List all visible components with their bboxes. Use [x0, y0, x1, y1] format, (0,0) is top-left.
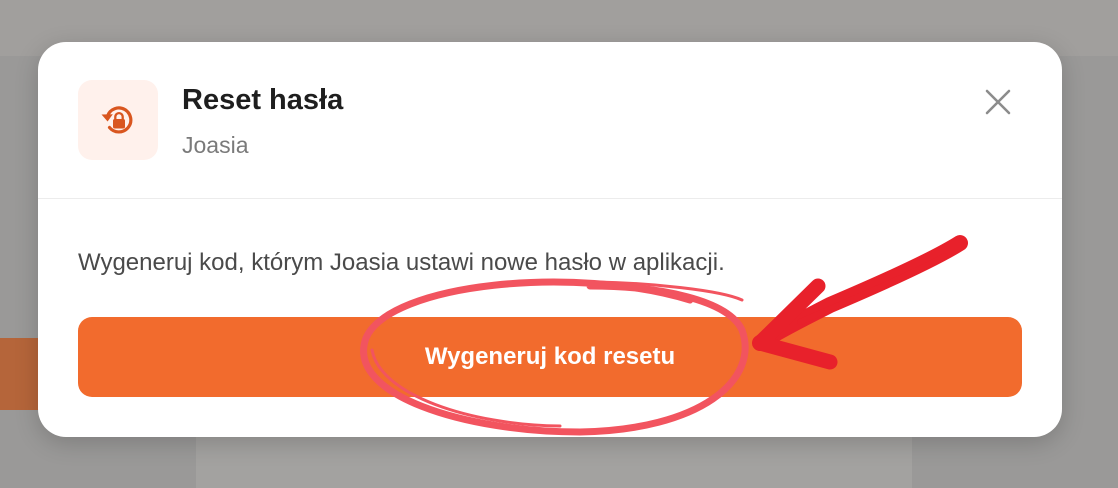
reset-password-dialog: Reset hasła Joasia Wygeneruj kod, którym…	[38, 42, 1062, 437]
generate-reset-code-button[interactable]: Wygeneruj kod resetu	[78, 317, 1022, 397]
backdrop-panel	[196, 436, 912, 488]
close-icon	[985, 89, 1011, 115]
header-icon-container	[78, 80, 158, 160]
lock-reset-icon	[101, 106, 133, 134]
dialog-description: Wygeneruj kod, którym Joasia ustawi nowe…	[78, 249, 725, 276]
dialog-subtitle: Joasia	[182, 132, 249, 158]
dialog-header: Reset hasła Joasia	[38, 42, 1062, 199]
dialog-title: Reset hasła	[182, 84, 344, 116]
close-button[interactable]	[978, 82, 1018, 122]
